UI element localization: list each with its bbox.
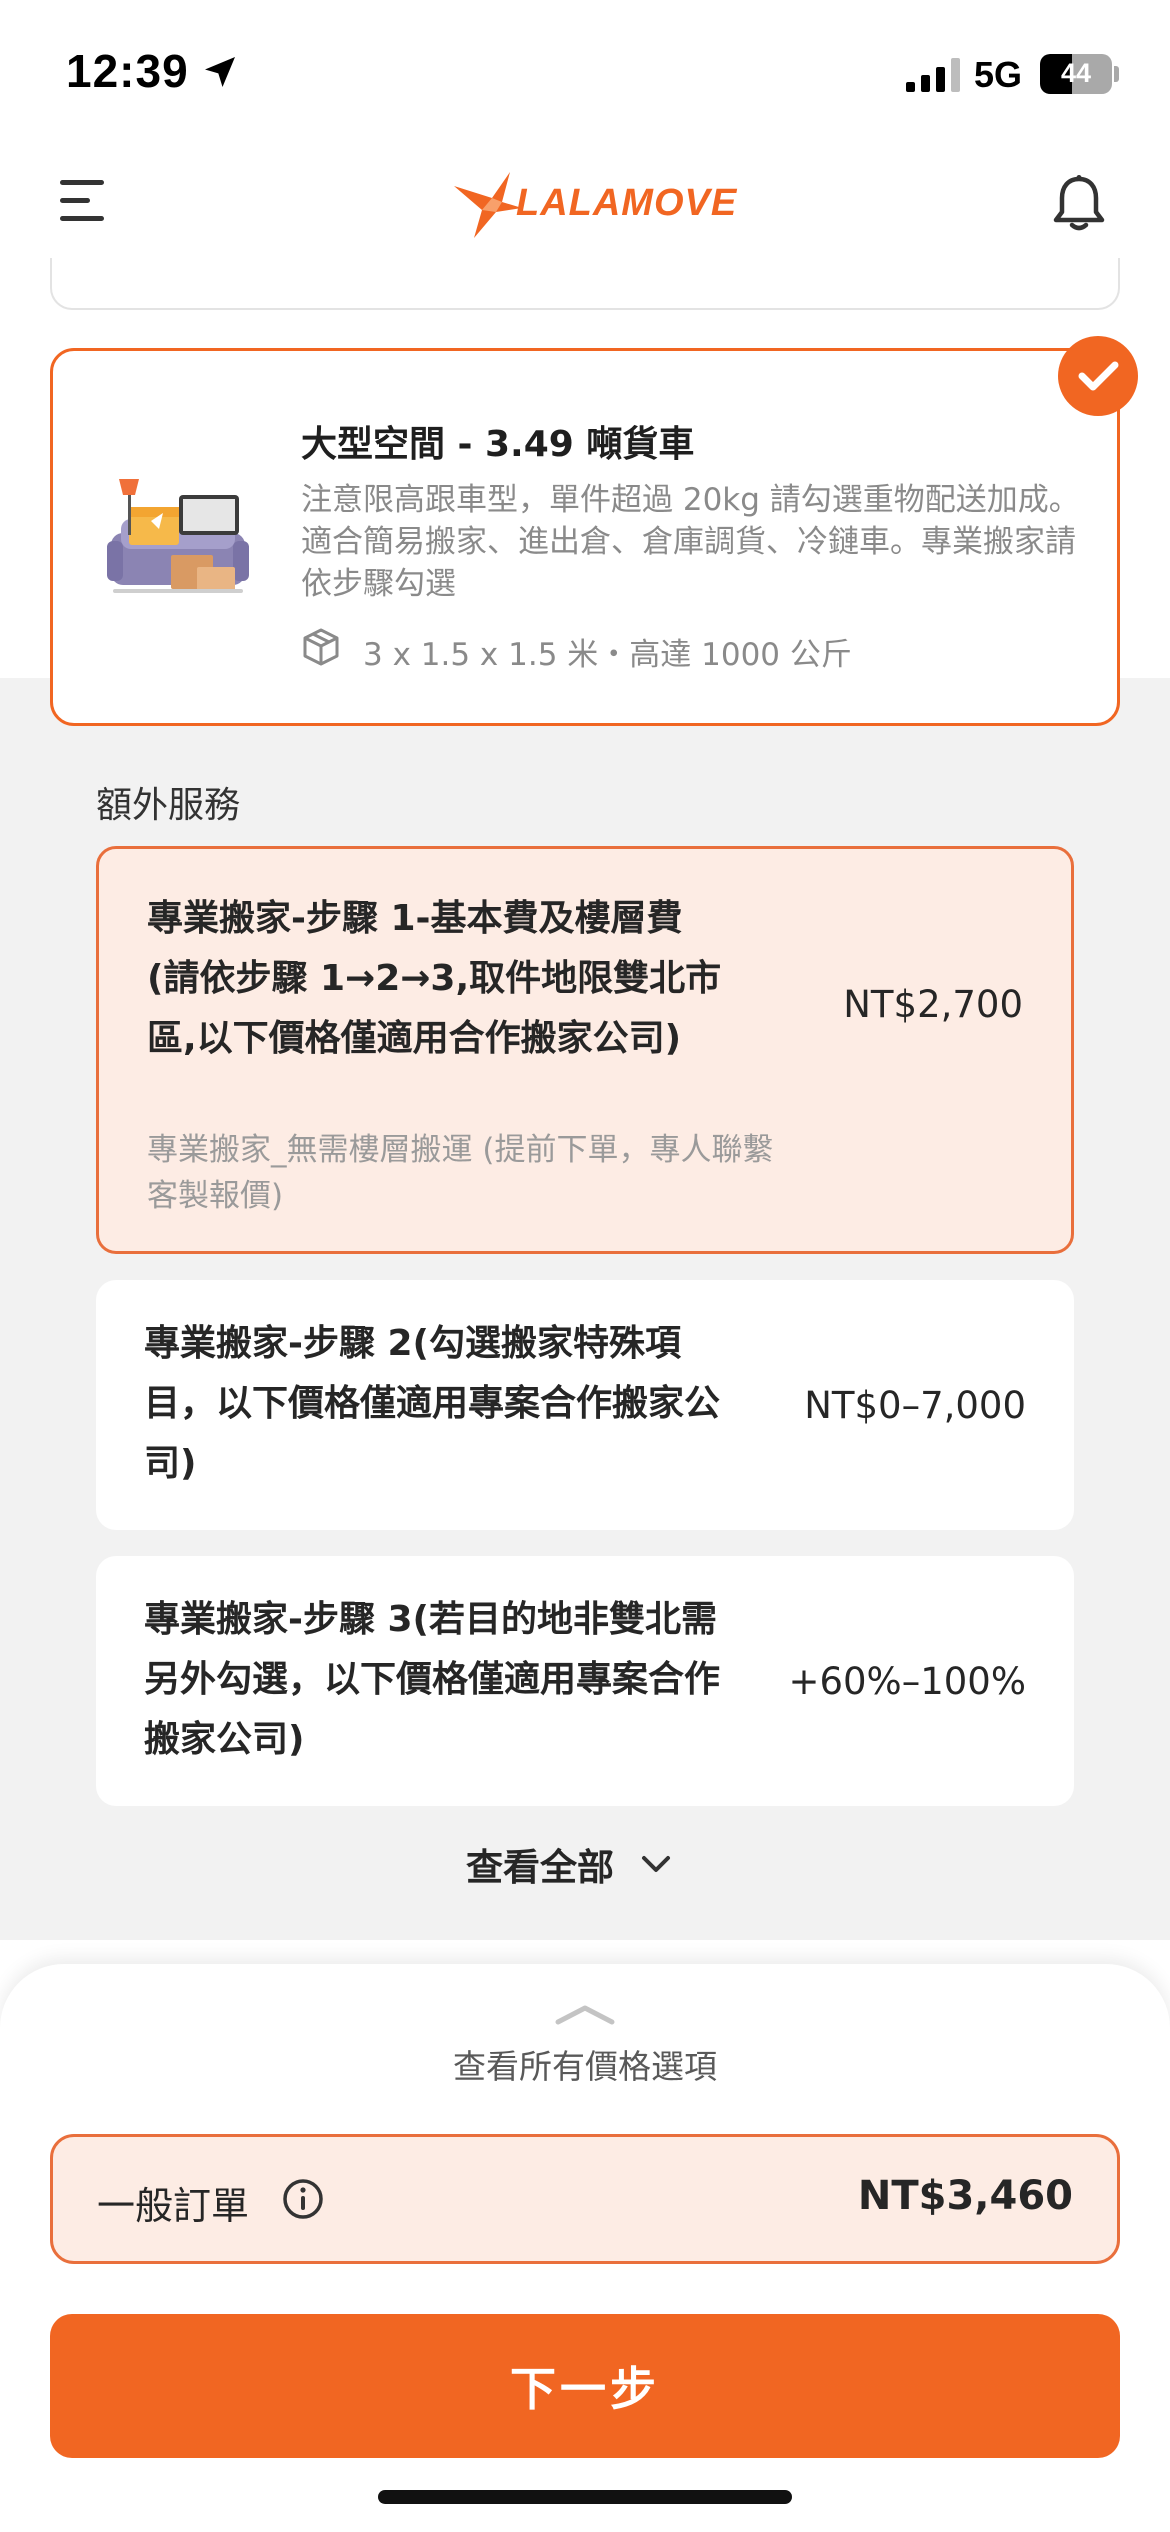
service-step2-card[interactable]: 專業搬家-步驟 2(勾選搬家特殊項目，以下價格僅適用專案合作搬家公司) NT$0…: [96, 1280, 1074, 1530]
vehicle-card-selected[interactable]: 大型空間 - 3.49 噸貨車 注意限高跟車型，單件超過 20kg 請勾選重物配…: [50, 348, 1120, 726]
battery-level: 44: [1060, 58, 1092, 88]
extra-services-heading: 額外服務: [96, 785, 241, 826]
order-type-label: 一般訂單: [97, 2184, 250, 2228]
order-type-row[interactable]: 一般訂單 NT$3,460: [50, 2134, 1120, 2264]
brand-name: LALAMOVE: [516, 182, 738, 224]
selected-check-badge: [1058, 336, 1138, 416]
view-all-button[interactable]: 查看全部: [466, 1836, 676, 1892]
service-step3-card[interactable]: 專業搬家-步驟 3(若目的地非雙北需另外勾選，以下價格僅適用專案合作搬家公司) …: [96, 1556, 1074, 1806]
service-price: NT$2,700: [843, 983, 1023, 1026]
checkmark-icon: [1078, 361, 1119, 391]
price-bottom-sheet: 查看所有價格選項 一般訂單 NT$3,460 下一步: [0, 1964, 1170, 2532]
service-title: 專業搬家-步驟 1-基本費及樓層費 (請依步驟 1→2→3,取件地限雙北市區,以…: [147, 898, 722, 1059]
view-all-label: 查看全部: [466, 1846, 614, 1889]
service-title: 專業搬家-步驟 3(若目的地非雙北需另外勾選，以下價格僅適用專案合作搬家公司): [144, 1599, 721, 1760]
notification-bell-icon[interactable]: [1052, 174, 1106, 232]
service-price: NT$0–7,000: [804, 1384, 1026, 1427]
lalamove-logo: LALAMOVE: [452, 168, 736, 240]
location-arrow-icon: [205, 57, 235, 87]
home-indicator: [378, 2490, 792, 2504]
package-box-icon: [303, 628, 339, 666]
lalamove-bird-icon: [454, 172, 522, 238]
menu-icon: [60, 180, 104, 185]
vehicle-description: 注意限高跟車型，單件超過 20kg 請勾選重物配送加成。適合簡易搬家、進出倉、倉…: [301, 482, 1080, 602]
service-price: +60%–100%: [788, 1660, 1026, 1703]
furniture-illustration-icon: [107, 479, 249, 593]
status-time: 12:39: [66, 45, 189, 97]
chevron-up-icon[interactable]: [554, 2000, 616, 2028]
service-step1-card[interactable]: 專業搬家-步驟 1-基本費及樓層費 (請依步驟 1→2→3,取件地限雙北市區,以…: [96, 846, 1074, 1254]
order-total-price: NT$3,460: [857, 2173, 1073, 2219]
service-title: 專業搬家-步驟 2(勾選搬家特殊項目，以下價格僅適用專案合作搬家公司): [144, 1323, 721, 1484]
battery-icon: 44: [1040, 54, 1112, 94]
battery-cap: [1114, 66, 1119, 82]
next-step-button[interactable]: 下一步: [50, 2314, 1120, 2458]
cellular-signal-icon: [906, 58, 960, 92]
menu-button[interactable]: [60, 178, 106, 222]
service-subtitle: 專業搬家_無需樓層搬運 (提前下單，專人聯繫客製報價): [147, 1132, 774, 1214]
status-bar: 12:39 5G 44: [0, 0, 1170, 140]
info-icon[interactable]: [281, 2177, 325, 2221]
vehicle-spec: 3 x 1.5 x 1.5 米・高達 1000 公斤: [363, 637, 852, 673]
chevron-down-icon: [642, 1856, 670, 1872]
network-type: 5G: [974, 54, 1023, 95]
view-all-prices-link[interactable]: 查看所有價格選項: [0, 2040, 1170, 2088]
vehicle-title: 大型空間 - 3.49 噸貨車: [301, 424, 695, 465]
app-header: LALAMOVE: [0, 140, 1170, 258]
